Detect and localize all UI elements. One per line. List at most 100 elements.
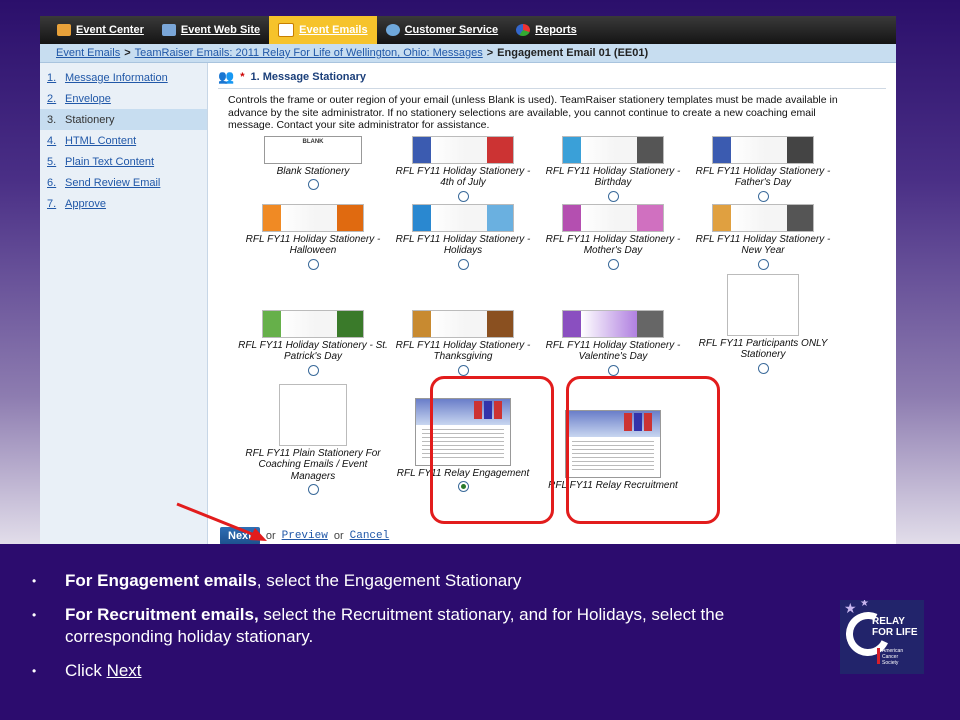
stationery-radio[interactable] bbox=[757, 258, 769, 270]
stationery-radio[interactable] bbox=[607, 190, 619, 202]
stationery-thanksgiving[interactable]: RFL FY11 Holiday Stationery - Thanksgivi… bbox=[388, 309, 538, 376]
nav-event-center[interactable]: Event Center bbox=[48, 16, 153, 44]
section-description: Controls the frame or outer region of yo… bbox=[228, 94, 838, 131]
logo-text: RELAY FOR LIFE bbox=[872, 616, 918, 638]
step-envelope[interactable]: 2. Envelope bbox=[40, 88, 207, 109]
stationery-thumbnail bbox=[279, 383, 347, 446]
stationery-valentines-day[interactable]: RFL FY11 Holiday Stationery - Valentine'… bbox=[538, 309, 688, 376]
stationery-radio[interactable] bbox=[757, 362, 769, 374]
stationery-thumbnail bbox=[262, 203, 364, 232]
step-approve[interactable]: 7. Approve bbox=[40, 193, 207, 214]
instruction-recruitment: For Recruitment emails, select the Recru… bbox=[32, 604, 822, 648]
stationery-radio[interactable] bbox=[307, 179, 319, 190]
breadcrumb-current: Engagement Email 01 (EE01) bbox=[497, 47, 649, 59]
stationery-participants-only[interactable]: RFL FY11 Participants ONLY Stationery bbox=[688, 273, 838, 374]
nav-label: Event Center bbox=[76, 24, 144, 36]
step-label: Envelope bbox=[65, 92, 111, 105]
stationery-thumbnail bbox=[262, 309, 364, 338]
house-icon bbox=[57, 24, 71, 36]
stationery-label: RFL FY11 Holiday Stationery - St. Patric… bbox=[238, 339, 388, 363]
stationery-radio[interactable] bbox=[457, 258, 469, 270]
main-panel: 👥 * 1. Message Stationary Controls the f… bbox=[208, 63, 896, 544]
stationery-label: Blank Stationery bbox=[276, 165, 350, 177]
step-number: 5. bbox=[47, 155, 57, 168]
instruction-text: Click bbox=[65, 661, 107, 680]
stationery-holidays[interactable]: RFL FY11 Holiday Stationery - Holidays bbox=[388, 203, 538, 270]
stationery-label: RFL FY11 Holiday Stationery - Mother's D… bbox=[545, 233, 681, 257]
step-label: Plain Text Content bbox=[65, 155, 155, 168]
stationery-fathers-day[interactable]: RFL FY11 Holiday Stationery - Father's D… bbox=[688, 135, 838, 202]
acs-text: American Cancer Society bbox=[882, 648, 904, 666]
preview-link[interactable]: Preview bbox=[282, 530, 328, 542]
instruction-click-next: Click Next bbox=[32, 660, 822, 682]
breadcrumb-teamraiser-messages[interactable]: TeamRaiser Emails: 2011 Relay For Life o… bbox=[135, 47, 483, 59]
top-navigation: Event Center Event Web Site Event Emails… bbox=[40, 16, 896, 44]
stationery-mothers-day[interactable]: RFL FY11 Holiday Stationery - Mother's D… bbox=[538, 203, 688, 270]
stationery-radio[interactable] bbox=[757, 190, 769, 202]
instruction-bold: For Engagement emails bbox=[65, 571, 257, 590]
red-arrow-icon bbox=[176, 502, 267, 541]
mail-icon bbox=[278, 23, 295, 37]
step-number: 4. bbox=[47, 134, 57, 147]
breadcrumb: Event Emails > TeamRaiser Emails: 2011 R… bbox=[40, 44, 896, 63]
people-group-icon: 👥 bbox=[218, 69, 235, 84]
app-window: Event Center Event Web Site Event Emails… bbox=[40, 16, 896, 544]
stationery-radio[interactable] bbox=[307, 364, 319, 376]
stationery-radio[interactable] bbox=[607, 364, 619, 376]
breadcrumb-event-emails[interactable]: Event Emails bbox=[56, 47, 120, 59]
stationery-plain-coaching[interactable]: RFL FY11 Plain Stationery For Coaching E… bbox=[238, 383, 388, 495]
step-html-content[interactable]: 4. HTML Content bbox=[40, 130, 207, 151]
stationery-grid: BLANK Blank Stationery RFL FY11 Holiday … bbox=[218, 135, 858, 524]
next-link[interactable]: Next bbox=[107, 661, 142, 680]
stationery-4th-of-july[interactable]: RFL FY11 Holiday Stationery - 4th of Jul… bbox=[388, 135, 538, 202]
cancel-link[interactable]: Cancel bbox=[350, 530, 390, 542]
stationery-radio[interactable] bbox=[307, 484, 319, 495]
stationery-label: RFL FY11 Holiday Stationery - Birthday bbox=[545, 165, 681, 189]
stationery-blank[interactable]: BLANK Blank Stationery bbox=[238, 135, 388, 190]
step-number: 3. bbox=[47, 113, 57, 126]
star-icon: ★ bbox=[860, 600, 869, 609]
stationery-thumbnail bbox=[412, 309, 514, 338]
instruction-bold: For Recruitment emails, bbox=[65, 605, 259, 624]
nav-label: Event Emails bbox=[299, 24, 368, 36]
stationery-birthday[interactable]: RFL FY11 Holiday Stationery - Birthday bbox=[538, 135, 688, 202]
stationery-st-patricks-day[interactable]: RFL FY11 Holiday Stationery - St. Patric… bbox=[238, 309, 388, 376]
stationery-label: RFL FY11 Plain Stationery For Coaching E… bbox=[245, 447, 381, 482]
stationery-radio[interactable] bbox=[307, 258, 319, 270]
nav-event-web-site[interactable]: Event Web Site bbox=[153, 16, 269, 44]
stationery-thumbnail bbox=[712, 203, 814, 232]
step-message-information[interactable]: 1. Message Information bbox=[40, 67, 207, 88]
nav-reports[interactable]: Reports bbox=[507, 16, 586, 44]
stationery-thumbnail bbox=[562, 203, 664, 232]
chart-icon bbox=[516, 24, 531, 36]
step-label: HTML Content bbox=[65, 134, 137, 147]
stationery-radio[interactable] bbox=[457, 364, 469, 376]
step-send-review-email[interactable]: 6. Send Review Email bbox=[40, 172, 207, 193]
stationery-thumbnail bbox=[412, 203, 514, 232]
step-number: 1. bbox=[47, 71, 57, 84]
stationery-label: RFL FY11 Participants ONLY Stationery bbox=[698, 337, 828, 361]
stationery-label: RFL FY11 Holiday Stationery - Holidays bbox=[395, 233, 531, 257]
stationery-thumbnail bbox=[727, 273, 799, 336]
step-plain-text-content[interactable]: 5. Plain Text Content bbox=[40, 151, 207, 172]
stationery-halloween[interactable]: RFL FY11 Holiday Stationery - Halloween bbox=[238, 203, 388, 270]
or-text: or bbox=[333, 530, 344, 542]
instruction-text: , select the Engagement Stationary bbox=[256, 571, 522, 590]
stationery-label: RFL FY11 Holiday Stationery - Valentine'… bbox=[545, 339, 681, 363]
content-area: 1. Message Information 2. Envelope 3. St… bbox=[40, 63, 896, 544]
nav-event-emails[interactable]: Event Emails bbox=[269, 16, 377, 44]
section-title-text: 1. Message Stationary bbox=[250, 71, 367, 83]
nav-label: Reports bbox=[535, 24, 577, 36]
stationery-label: RFL FY11 Holiday Stationery - Thanksgivi… bbox=[395, 339, 531, 363]
step-label: Message Information bbox=[65, 71, 168, 84]
stationery-new-year[interactable]: RFL FY11 Holiday Stationery - New Year bbox=[688, 203, 838, 270]
star-icon: ★ bbox=[844, 600, 857, 616]
stationery-thumbnail: BLANK bbox=[264, 135, 362, 164]
engagement-highlight bbox=[430, 375, 554, 524]
step-label: Stationery bbox=[65, 113, 115, 126]
relay-for-life-logo: ★ ★ RELAY FOR LIFE American Cancer Society bbox=[840, 600, 924, 674]
stationery-radio[interactable] bbox=[457, 190, 469, 202]
recruitment-highlight bbox=[566, 375, 720, 524]
stationery-radio[interactable] bbox=[607, 258, 619, 270]
nav-customer-service[interactable]: Customer Service bbox=[377, 16, 508, 44]
